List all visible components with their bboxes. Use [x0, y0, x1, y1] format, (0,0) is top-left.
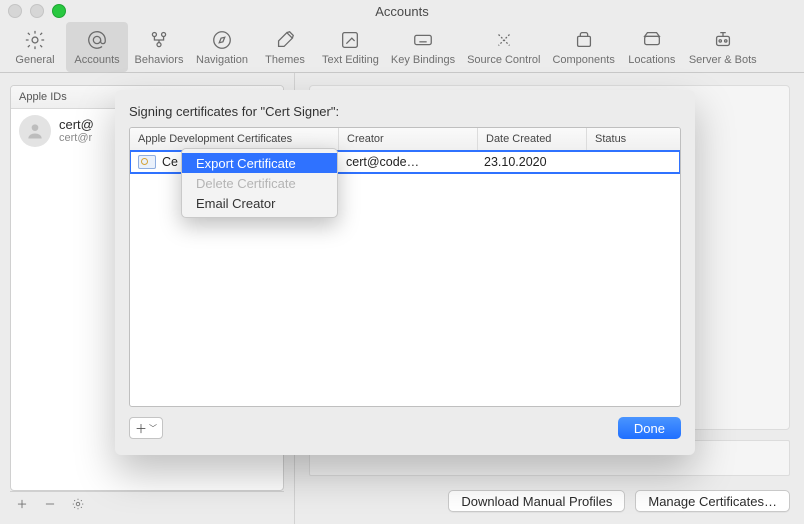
toolbar-label: Components [552, 54, 614, 66]
menu-delete-certificate: Delete Certificate [182, 173, 337, 193]
certificate-context-menu: Export Certificate Delete Certificate Em… [181, 148, 338, 218]
toolbar-label: Themes [265, 54, 305, 66]
text-editing-icon [339, 29, 361, 51]
manage-certificates-button[interactable]: Manage Certificates… [635, 490, 790, 512]
toolbar-locations[interactable]: Locations [621, 22, 683, 72]
toolbar-navigation[interactable]: Navigation [190, 22, 254, 72]
toolbar-label: Server & Bots [689, 54, 757, 66]
keyboard-icon [412, 29, 434, 51]
account-actions-button[interactable] [70, 496, 86, 512]
gear-icon [24, 29, 46, 51]
menu-email-creator[interactable]: Email Creator [182, 193, 337, 213]
column-header-date[interactable]: Date Created [478, 128, 587, 150]
detail-button-row: Download Manual Profiles Manage Certific… [309, 490, 790, 512]
disk-icon [641, 29, 663, 51]
toolbar-text-editing[interactable]: Text Editing [316, 22, 385, 72]
download-manual-profiles-button[interactable]: Download Manual Profiles [448, 490, 625, 512]
toolbar-key-bindings[interactable]: Key Bindings [385, 22, 461, 72]
toolbar-themes[interactable]: Themes [254, 22, 316, 72]
account-secondary-label: cert@r [59, 132, 94, 145]
toolbar-label: Text Editing [322, 54, 379, 66]
cert-name-cell: Ce [162, 155, 178, 169]
toolbar-general[interactable]: General [4, 22, 66, 72]
toolbar-label: Locations [628, 54, 675, 66]
toolbar-behaviors[interactable]: Behaviors [128, 22, 190, 72]
branch-cross-icon [493, 29, 515, 51]
signing-certificates-sheet: Signing certificates for "Cert Signer": … [115, 90, 695, 455]
package-icon [573, 29, 595, 51]
paintbrush-icon [274, 29, 296, 51]
compass-icon [211, 29, 233, 51]
preferences-toolbar: General Accounts Behaviors Navigation Th… [0, 22, 804, 72]
toolbar-source-control[interactable]: Source Control [461, 22, 546, 72]
robot-icon [712, 29, 734, 51]
toolbar-label: Behaviors [135, 54, 184, 66]
cert-creator-cell: cert@code… [338, 155, 476, 169]
toolbar-label: Accounts [74, 54, 119, 66]
plus-icon: ＋ [135, 420, 147, 437]
toolbar-accounts[interactable]: Accounts [66, 22, 128, 72]
at-sign-icon [86, 29, 108, 51]
toolbar-components[interactable]: Components [546, 22, 620, 72]
menu-export-certificate[interactable]: Export Certificate [182, 153, 337, 173]
add-certificate-button[interactable]: ＋ ﹀ [129, 417, 163, 439]
titlebar: Accounts [0, 0, 804, 22]
toolbar-server-bots[interactable]: Server & Bots [683, 22, 763, 72]
add-account-button[interactable] [14, 496, 30, 512]
avatar [19, 115, 51, 147]
remove-account-button[interactable] [42, 496, 58, 512]
cert-date-cell: 23.10.2020 [476, 155, 584, 169]
chevron-down-icon: ﹀ [149, 423, 157, 434]
column-header-name[interactable]: Apple Development Certificates [130, 128, 339, 150]
behaviors-icon [148, 29, 170, 51]
toolbar-label: General [15, 54, 54, 66]
toolbar-label: Source Control [467, 54, 540, 66]
certificate-icon [138, 155, 156, 169]
sheet-footer: ＋ ﹀ Done [129, 415, 681, 441]
toolbar-label: Navigation [196, 54, 248, 66]
toolbar-label: Key Bindings [391, 54, 455, 66]
done-button[interactable]: Done [618, 417, 681, 439]
column-header-status[interactable]: Status [587, 128, 680, 150]
account-primary-label: cert@ [59, 117, 94, 133]
column-header-creator[interactable]: Creator [339, 128, 478, 150]
window-title: Accounts [0, 4, 804, 19]
sidebar-footer [10, 491, 284, 516]
sheet-title: Signing certificates for "Cert Signer": [129, 104, 681, 119]
